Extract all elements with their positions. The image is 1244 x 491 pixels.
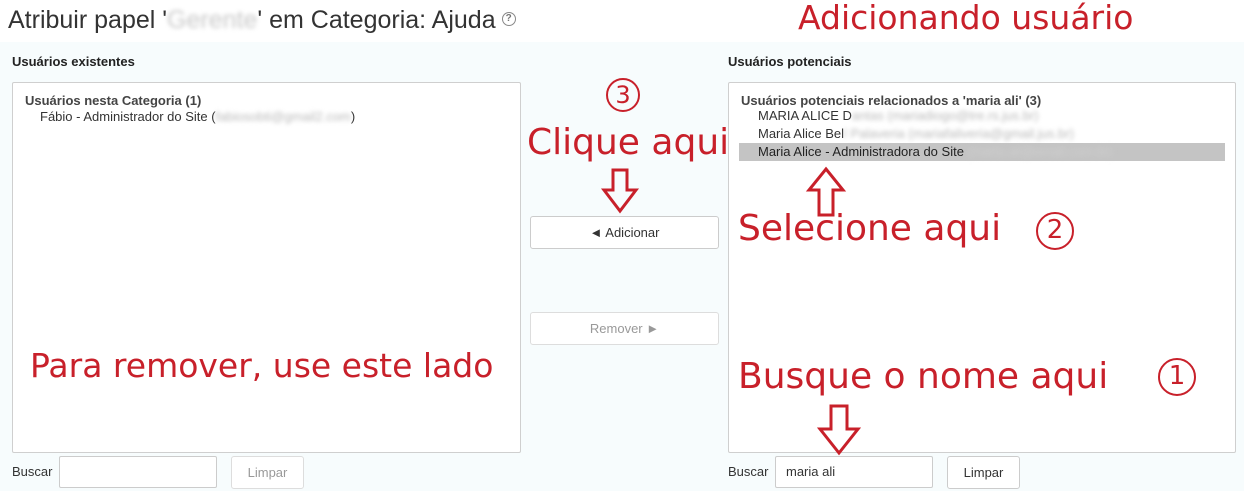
potential-user-option[interactable]: MARIA ALICE Dantas (mariadiogo@tre.rs.ju… [758,107,1039,125]
annotation-select-here: Selecione aqui [738,208,1002,249]
step-3-number: 3 [606,78,640,112]
existing-group-label: Usuários nesta Categoria (1) [25,93,202,108]
existing-search-input[interactable] [59,456,217,488]
potential-users-listbox[interactable]: Usuários potenciais relacionados a 'mari… [728,82,1236,453]
annotation-remove-hint: Para remover, use este lado [30,346,494,385]
question-circle-icon[interactable]: ? [501,12,516,27]
existing-clear-button[interactable]: Limpar [231,456,304,489]
step-1-number: 1 [1158,358,1196,396]
potential-group-label: Usuários potenciais relacionados a 'mari… [741,93,1042,108]
existing-search-label: Buscar [12,464,53,479]
add-button[interactable]: ◄ Adicionar [530,216,719,249]
down-arrow-outline-icon [600,168,640,214]
existing-user-option[interactable]: Fábio - Administrador do Site (fabiosobt… [40,108,355,126]
existing-users-heading: Usuários existentes [12,54,135,69]
potential-search-label: Buscar [728,464,769,479]
annotation-search-name-here: Busque o nome aqui [738,356,1109,397]
remove-button[interactable]: Remover ► [530,312,719,345]
step-2-number: 2 [1036,212,1074,250]
down-arrow-outline-icon [816,404,862,456]
potential-user-option[interactable]: Maria Alice Bell Palaveria (mariafaliver… [758,125,1074,143]
potential-users-heading: Usuários potenciais [728,54,852,69]
page-title: Atribuir papel 'Gerente' em Categoria: A… [8,6,516,35]
potential-clear-button[interactable]: Limpar [947,456,1020,489]
obscured-role-name: Gerente [167,6,258,34]
potential-search-input[interactable]: maria ali [775,456,933,488]
annotation-click-here: Clique aqui [527,122,730,163]
potential-user-option-selected[interactable]: Maria Alice - Administradora do Site (ma… [739,143,1225,161]
existing-users-listbox[interactable]: Usuários nesta Categoria (1) Fábio - Adm… [12,82,521,453]
annotation-adding-user: Adicionando usuário [798,0,1134,37]
